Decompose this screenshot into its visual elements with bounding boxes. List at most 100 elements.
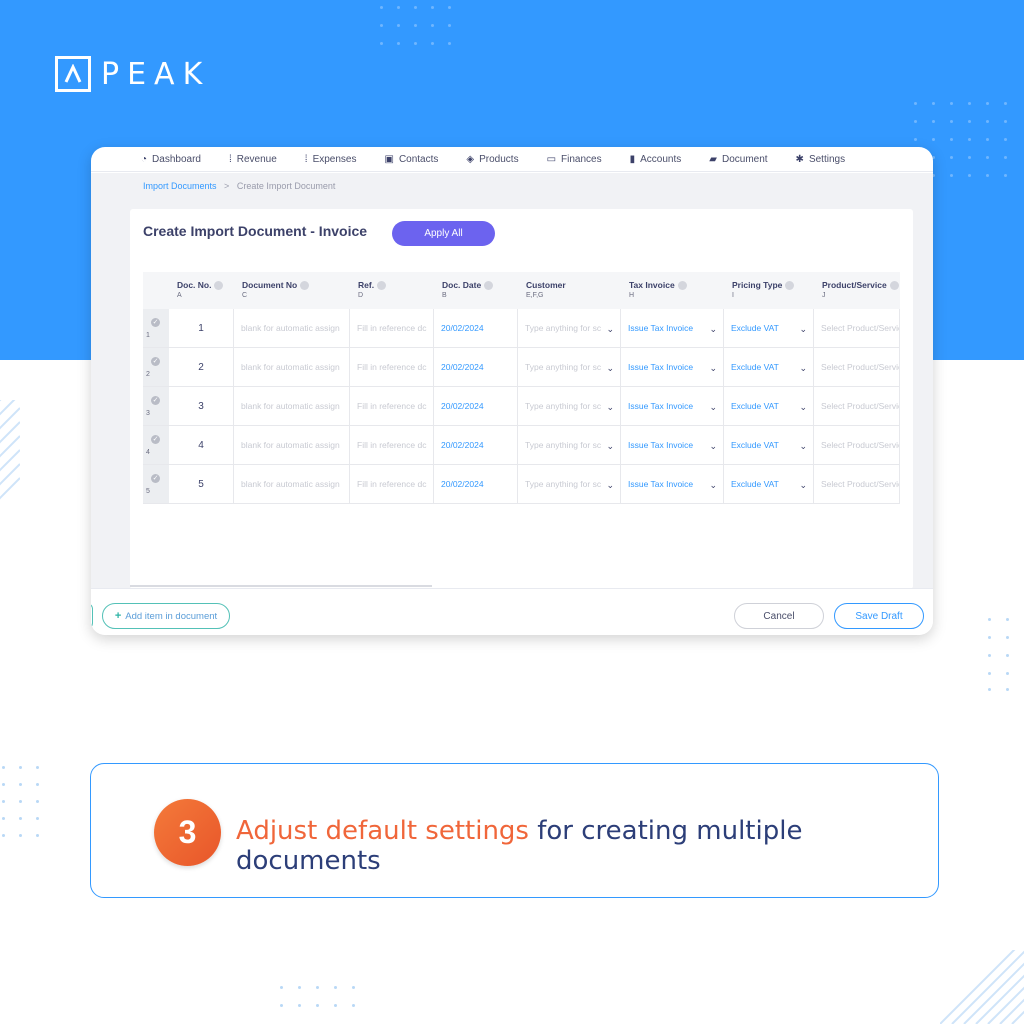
header-product-service: Product/Service J: [814, 272, 900, 309]
document-no-input[interactable]: blank for automatic assign: [234, 387, 350, 425]
left-button-stub[interactable]: [91, 603, 93, 629]
doc-date-input[interactable]: 20/02/2024: [434, 465, 518, 503]
tax-invoice-select[interactable]: Issue Tax Invoice ⌄: [621, 387, 724, 425]
help-icon[interactable]: [214, 281, 224, 291]
save-draft-button[interactable]: Save Draft: [834, 603, 924, 629]
chevron-down-icon: ⌄: [799, 441, 807, 451]
breadcrumb-parent-link[interactable]: Import Documents: [143, 181, 217, 191]
tax-invoice-select[interactable]: Issue Tax Invoice ⌄: [621, 348, 724, 386]
chevron-down-icon: ⌄: [606, 480, 614, 490]
nav-item-finances[interactable]: ▭ Finances: [547, 154, 602, 165]
chevron-down-icon: ⌄: [709, 480, 717, 490]
table-row: ✓ 4 4 blank for automatic assign Fill in …: [143, 426, 900, 465]
chevron-down-icon: ⌄: [799, 363, 807, 373]
add-item-label: Add item in document: [125, 610, 218, 622]
add-item-button[interactable]: + Add item in document: [102, 603, 230, 629]
chevron-down-icon: ⌄: [606, 324, 614, 334]
document-no-input[interactable]: blank for automatic assign: [234, 426, 350, 464]
dashboard-icon: ◔: [141, 153, 148, 165]
document-no-input[interactable]: blank for automatic assign: [234, 348, 350, 386]
import-card: Create Import Document - Invoice Apply A…: [130, 209, 913, 589]
table-row: ✓ 1 1 blank for automatic assign Fill in …: [143, 309, 900, 348]
pricing-type-select[interactable]: Exclude VAT ⌄: [724, 309, 814, 347]
page-title: Create Import Document - Invoice: [143, 223, 368, 239]
book-icon: ▮: [629, 153, 636, 165]
ref-input[interactable]: Fill in reference dc: [350, 309, 434, 347]
row-marker: ✓ 2: [143, 348, 169, 386]
document-no-input[interactable]: blank for automatic assign: [234, 465, 350, 503]
header-pricing-type: Pricing Type I: [724, 272, 814, 309]
customer-select[interactable]: Type anything for sc ⌄: [518, 309, 621, 347]
customer-select[interactable]: Type anything for sc ⌄: [518, 426, 621, 464]
doc-no-cell: 1: [169, 309, 234, 347]
help-icon[interactable]: [677, 281, 687, 291]
help-icon[interactable]: [889, 281, 899, 291]
customer-select[interactable]: Type anything for sc ⌄: [518, 387, 621, 425]
pricing-type-value: Exclude VAT: [731, 440, 779, 450]
table-row: ✓ 3 3 blank for automatic assign Fill in …: [143, 387, 900, 426]
decorative-dots-top: [380, 6, 460, 50]
nav-item-accounts[interactable]: ▮ Accounts: [630, 154, 682, 165]
nav-item-document[interactable]: ▰ Document: [709, 154, 767, 165]
chevron-down-icon: ⌄: [606, 363, 614, 373]
pricing-type-select[interactable]: Exclude VAT ⌄: [724, 348, 814, 386]
step-number-badge: 3: [154, 799, 221, 866]
nav-item-products[interactable]: ◈ Products: [466, 154, 518, 165]
apply-all-button[interactable]: Apply All: [392, 221, 495, 246]
help-icon[interactable]: [484, 281, 494, 291]
pricing-type-select[interactable]: Exclude VAT ⌄: [724, 465, 814, 503]
tax-invoice-select[interactable]: Issue Tax Invoice ⌄: [621, 465, 724, 503]
tax-invoice-select[interactable]: Issue Tax Invoice ⌄: [621, 309, 724, 347]
step-highlight: Adjust default settings: [236, 816, 529, 846]
chevron-down-icon: ⌄: [709, 441, 717, 451]
header-doc-date: Doc. Date B: [434, 272, 518, 309]
doc-date-input[interactable]: 20/02/2024: [434, 426, 518, 464]
header-label: Doc. No.: [177, 280, 212, 290]
row-number: 2: [146, 370, 150, 378]
table-header: Doc. No. A Document No C Ref. D Doc. Date B …: [143, 272, 900, 309]
document-no-input[interactable]: blank for automatic assign: [234, 309, 350, 347]
help-icon[interactable]: [377, 281, 387, 291]
doc-date-input[interactable]: 20/02/2024: [434, 348, 518, 386]
product-select[interactable]: Select Product/Servic: [814, 426, 900, 464]
tax-invoice-value: Issue Tax Invoice: [628, 401, 694, 411]
header-tax-invoice: Tax Invoice H: [621, 272, 724, 309]
table-row: ✓ 5 5 blank for automatic assign Fill in …: [143, 465, 900, 504]
nav-item-dashboard[interactable]: ◔ Dashboard: [141, 154, 201, 165]
product-select[interactable]: Select Product/Servic: [814, 309, 900, 347]
help-icon[interactable]: [785, 281, 795, 291]
nav-item-label: Revenue: [236, 153, 277, 165]
doc-date-input[interactable]: 20/02/2024: [434, 309, 518, 347]
pricing-type-select[interactable]: Exclude VAT ⌄: [724, 387, 814, 425]
check-circle-icon: ✓: [151, 356, 160, 366]
doc-date-input[interactable]: 20/02/2024: [434, 387, 518, 425]
gear-icon: ✱: [795, 153, 804, 165]
ref-input[interactable]: Fill in reference dc: [350, 387, 434, 425]
box-icon: ◈: [466, 153, 475, 165]
product-select[interactable]: Select Product/Servic: [814, 465, 900, 503]
product-select[interactable]: Select Product/Servic: [814, 387, 900, 425]
tax-invoice-select[interactable]: Issue Tax Invoice ⌄: [621, 426, 724, 464]
horizontal-scrollbar[interactable]: [130, 585, 432, 587]
product-select[interactable]: Select Product/Servic: [814, 348, 900, 386]
nav-item-contacts[interactable]: ▣ Contacts: [384, 154, 438, 165]
ref-input[interactable]: Fill in reference dc: [350, 465, 434, 503]
pricing-type-select[interactable]: Exclude VAT ⌄: [724, 426, 814, 464]
decorative-stripes-bottom-right: [940, 950, 1024, 1024]
nav-item-label: Products: [479, 153, 519, 165]
nav-item-revenue[interactable]: ⁞ Revenue: [229, 154, 277, 165]
customer-select[interactable]: Type anything for sc ⌄: [518, 465, 621, 503]
help-icon[interactable]: [300, 281, 310, 291]
ref-input[interactable]: Fill in reference dc: [350, 426, 434, 464]
ref-input[interactable]: Fill in reference dc: [350, 348, 434, 386]
nav-item-expenses[interactable]: ⁞ Expenses: [305, 154, 357, 165]
check-circle-icon: ✓: [151, 473, 160, 483]
top-nav: ◔ Dashboard ⁞ Revenue ⁞ Expenses ▣ Contacts …: [91, 147, 933, 172]
cancel-button[interactable]: Cancel: [734, 603, 824, 629]
nav-item-settings[interactable]: ✱ Settings: [796, 154, 846, 165]
customer-select[interactable]: Type anything for sc ⌄: [518, 348, 621, 386]
decorative-dots-mid-right: [988, 618, 1018, 694]
customer-placeholder: Type anything for sc: [525, 440, 602, 450]
header-label: Tax Invoice: [629, 280, 675, 290]
import-table: Doc. No. A Document No C Ref. D Doc. Date B …: [143, 272, 900, 504]
